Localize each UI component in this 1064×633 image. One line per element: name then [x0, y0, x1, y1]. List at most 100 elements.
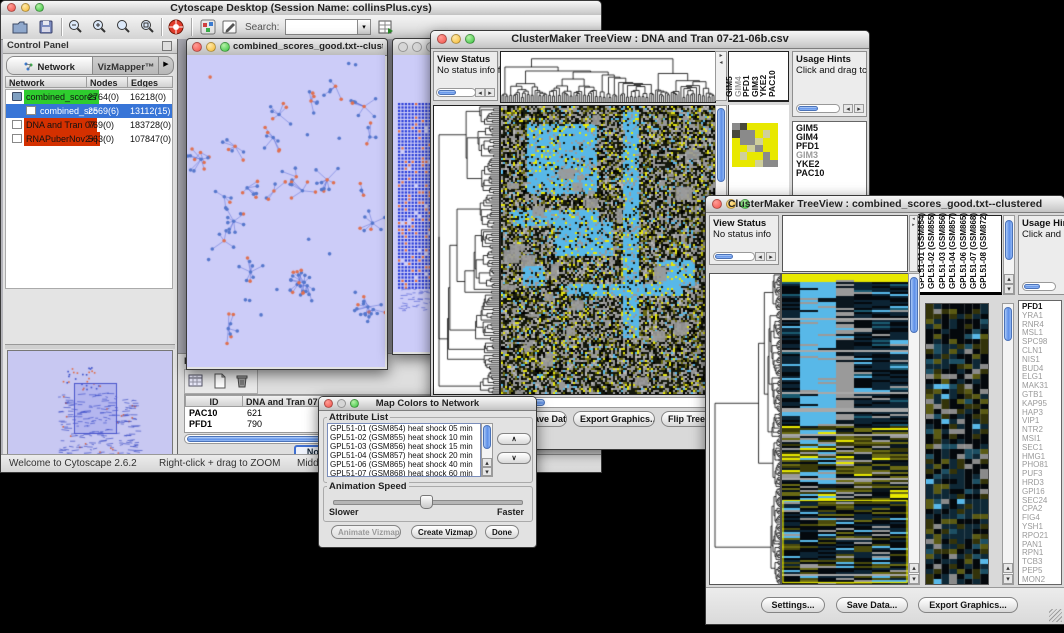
network-nodes: 2764(0): [88, 90, 119, 104]
tv2-usage-scrollbar[interactable]: [1022, 282, 1056, 291]
panel-splitter[interactable]: [5, 344, 175, 349]
create-vizmap-button[interactable]: Create Vizmap: [411, 525, 477, 539]
scroll-right-icon[interactable]: ▸: [766, 252, 776, 261]
scroll-down-icon[interactable]: ▾: [909, 574, 919, 584]
attribute-list-vscrollbar[interactable]: ▴ ▾: [481, 423, 493, 477]
attribute-id: PAC10: [189, 408, 217, 419]
animate-vizmap-button[interactable]: Animate Vizmap: [331, 525, 401, 539]
tv1-view-status-panel: View StatusNo status info f ◂ ▸: [433, 51, 498, 101]
tv1-heatmap[interactable]: [500, 105, 716, 395]
search-dropdown-icon[interactable]: ▾: [357, 19, 371, 35]
resize-grip-icon[interactable]: [1049, 609, 1062, 622]
zoom-selected-icon[interactable]: [115, 18, 133, 41]
tv2-gene-list[interactable]: PFD1YRA1RNR4MSL1SPC98CLN1NIS1BUD4ELG1MAK…: [1018, 300, 1062, 585]
search-input[interactable]: [285, 19, 359, 35]
tv2-labels-vscrollbar[interactable]: ▴ ▾: [1003, 215, 1015, 295]
delete-attribute-icon[interactable]: [233, 372, 251, 395]
scroll-left-icon[interactable]: ◂: [843, 104, 853, 113]
move-down-button[interactable]: ∨: [497, 452, 531, 464]
scroll-left-icon[interactable]: ◂: [755, 252, 765, 261]
network-table-header: Network Nodes Edges: [5, 76, 173, 88]
scroll-up-icon[interactable]: ▴: [482, 458, 492, 467]
network-canvas[interactable]: [187, 55, 385, 367]
minimize-icon[interactable]: [412, 42, 422, 52]
network-window-titlebar[interactable]: combined_scores_good.txt--cluste...: [187, 39, 387, 56]
tv1-mini-heatmap[interactable]: [732, 123, 778, 167]
scroll-right-icon[interactable]: ▸: [485, 88, 495, 97]
dialog-titlebar[interactable]: Map Colors to Network: [319, 397, 536, 411]
tv1-row-dendrogram[interactable]: [433, 105, 500, 395]
open-folder-icon[interactable]: [11, 18, 29, 41]
scroll-up-icon[interactable]: ▴: [1004, 274, 1014, 284]
attribute-listbox[interactable]: GPL51-01 (GSM854) heat shock 05 minGPL51…: [327, 423, 481, 477]
network-edges: 13112(15): [130, 104, 170, 118]
tv2-sub-heatmap[interactable]: [925, 303, 989, 585]
tv2-heatmap[interactable]: [781, 273, 909, 585]
tv1-export-graphics-button[interactable]: Export Graphics...: [573, 411, 655, 427]
zoom-in-icon[interactable]: [91, 18, 109, 41]
move-up-button[interactable]: ∧: [497, 433, 531, 445]
network-view-window: combined_scores_good.txt--cluste...: [186, 38, 388, 370]
treeview1-titlebar[interactable]: ClusterMaker TreeView : DNA and Tran 07-…: [431, 31, 869, 49]
scroll-down-icon[interactable]: ▾: [1003, 574, 1013, 584]
tv2-heatmap-vscrollbar[interactable]: ▴ ▾: [908, 273, 920, 585]
scroll-down-icon[interactable]: ▾: [1004, 284, 1014, 294]
zoom-out-icon[interactable]: [67, 18, 85, 41]
tv1-gene-item[interactable]: PAC10: [796, 169, 866, 178]
map-colors-dialog: Map Colors to Network Attribute List GPL…: [318, 396, 537, 548]
speed-slider-thumb[interactable]: [420, 495, 433, 509]
done-button[interactable]: Done: [485, 525, 519, 539]
tab-network[interactable]: Network: [7, 57, 93, 74]
column-header-network[interactable]: Network: [5, 76, 87, 88]
tv2-save-data-button[interactable]: Save Data...: [836, 597, 908, 613]
attribute-value: 790: [247, 419, 262, 430]
close-icon[interactable]: [192, 42, 202, 52]
network-tree-row[interactable]: RNAPuberNov2+|563(0)107847(0): [6, 132, 172, 146]
column-header-nodes[interactable]: Nodes: [86, 76, 128, 88]
tv2-column-label: GPL51-03 (GSM856): [938, 213, 947, 289]
zoom-fit-icon[interactable]: [139, 18, 157, 41]
close-icon[interactable]: [398, 42, 408, 52]
scroll-left-icon[interactable]: ◂: [475, 88, 485, 97]
main-window-title: Cytoscape Desktop (Session Name: collins…: [1, 2, 601, 14]
treeview2-titlebar[interactable]: ClusterMaker TreeView : combined_scores_…: [706, 196, 1064, 213]
attribute-list-item[interactable]: GPL51-07 (GSM868) heat shock 60 min: [328, 470, 480, 477]
tv2-status-scrollbar[interactable]: [713, 252, 755, 261]
scroll-up-icon[interactable]: ▴: [1003, 563, 1013, 573]
attribute-select-icon[interactable]: [187, 372, 205, 395]
scroll-right-icon[interactable]: ▸: [854, 104, 864, 113]
tv2-column-dendrogram-area: [782, 215, 908, 272]
tv2-gene-item[interactable]: MON2: [1022, 576, 1061, 585]
minimize-icon[interactable]: [206, 42, 216, 52]
attribute-list-label: Attribute List: [327, 412, 390, 423]
birdseye-overview[interactable]: [7, 350, 173, 462]
new-attribute-icon[interactable]: [211, 372, 229, 395]
float-panel-icon[interactable]: [162, 41, 172, 51]
tv2-export-graphics-button[interactable]: Export Graphics...: [918, 597, 1018, 613]
tab-vizmapper[interactable]: VizMapper™: [93, 57, 159, 74]
tv2-settings-button[interactable]: Settings...: [761, 597, 825, 613]
network-tree-row[interactable]: combined_sco2569(6)13112(15): [6, 104, 172, 118]
scroll-down-icon[interactable]: ▾: [482, 467, 492, 476]
help-lifering-icon[interactable]: [167, 18, 185, 41]
column-header-id[interactable]: ID: [185, 395, 243, 407]
save-icon[interactable]: [37, 18, 55, 41]
treeview1-title: ClusterMaker TreeView : DNA and Tran 07-…: [431, 33, 869, 45]
tv1-usage-scrollbar[interactable]: [796, 104, 840, 113]
network-edges: 16218(0): [130, 90, 166, 104]
main-titlebar[interactable]: Cytoscape Desktop (Session Name: collins…: [1, 1, 601, 16]
tv2-column-label: GPL51-06 (GSM865): [959, 213, 968, 289]
tv2-sub-vscrollbar[interactable]: ▴ ▾: [1002, 303, 1014, 585]
tv1-usage-hints-panel: Usage HintsClick and drag tc ◂ ▸: [792, 51, 867, 117]
network-tree-row[interactable]: DNA and Tran 07769(0)183728(0): [6, 118, 172, 132]
tv2-row-dendrogram[interactable]: [709, 273, 781, 585]
column-header-edges[interactable]: Edges: [127, 76, 173, 88]
desktop: Cytoscape Desktop (Session Name: collins…: [0, 0, 1064, 633]
network-nodes: 563(0): [88, 132, 114, 146]
scroll-up-icon[interactable]: ▴: [909, 563, 919, 573]
tv1-column-dendrogram[interactable]: [500, 51, 716, 103]
network-tree-row[interactable]: combined_scores2764(0)16218(0): [6, 90, 172, 104]
tv1-status-scrollbar[interactable]: [436, 88, 476, 97]
zoom-window-icon[interactable]: [220, 42, 230, 52]
tab-overflow-icon[interactable]: ▶: [158, 57, 173, 74]
